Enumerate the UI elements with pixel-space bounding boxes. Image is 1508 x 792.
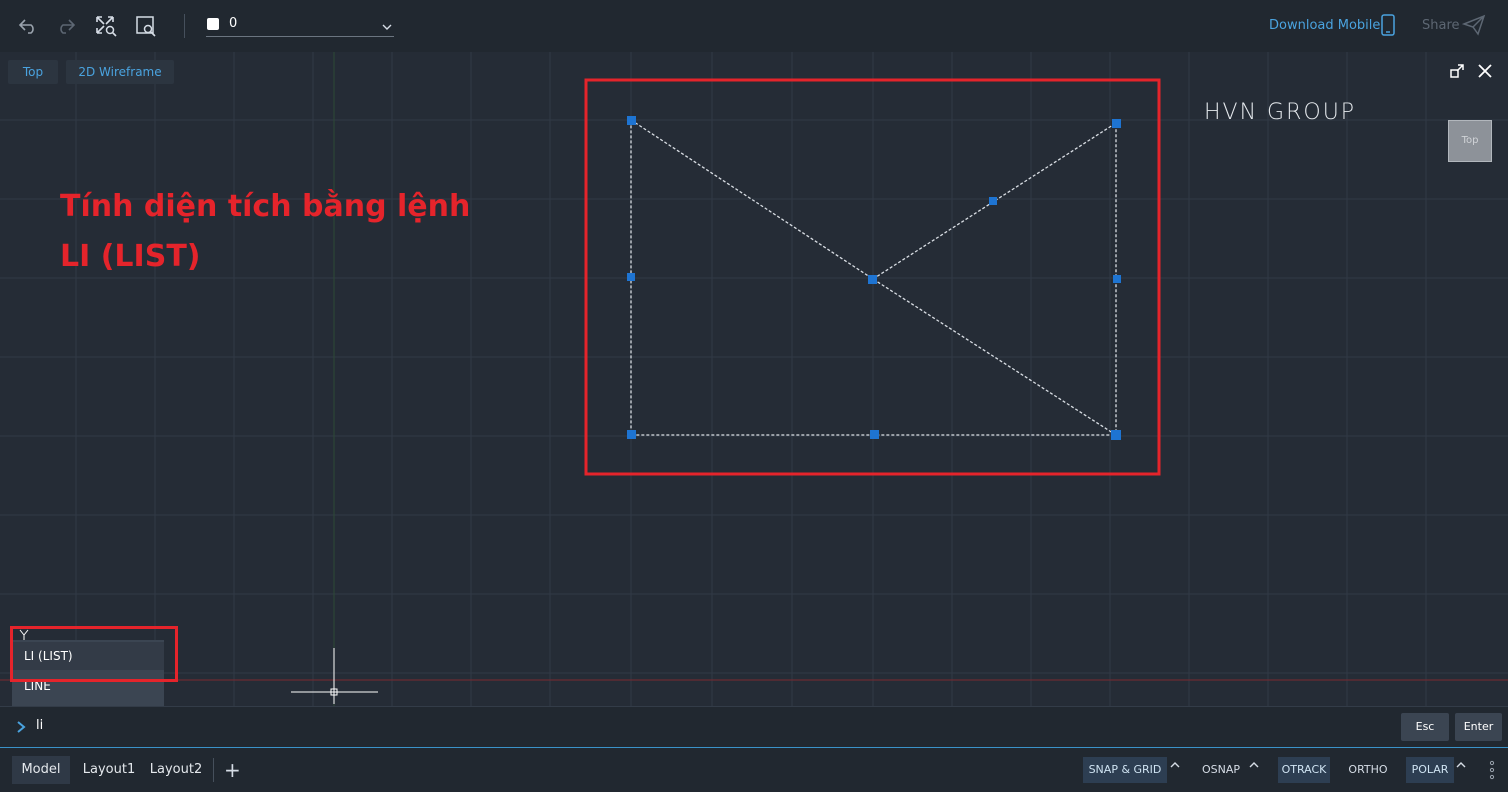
chevron-up-icon[interactable] — [1170, 760, 1180, 773]
undo-icon[interactable] — [12, 10, 44, 42]
chevron-down-icon — [382, 16, 392, 35]
chevron-right-icon — [16, 719, 26, 738]
viewcube[interactable]: Top — [1448, 120, 1492, 162]
mobile-phone-icon[interactable] — [1380, 14, 1396, 40]
command-line[interactable]: li Esc Enter — [0, 706, 1508, 749]
annotation-title: Tính diện tích bằng lệnh LI (LIST) — [60, 182, 470, 282]
top-toolbar: 0 Download Mobile Share — [0, 0, 1508, 52]
tab-divider — [213, 758, 214, 782]
maximize-icon[interactable] — [1446, 60, 1468, 82]
chevron-up-icon[interactable] — [1249, 760, 1259, 773]
annotation-line-1: Tính diện tích bằng lệnh — [60, 189, 471, 224]
layer-dropdown[interactable]: 0 — [206, 14, 394, 37]
chevron-up-icon[interactable] — [1456, 760, 1466, 773]
zoom-extents-icon[interactable] — [90, 10, 122, 42]
download-mobile-link[interactable]: Download Mobile — [1269, 18, 1380, 33]
visual-style-button[interactable]: 2D Wireframe — [66, 60, 174, 84]
command-input[interactable]: li — [36, 718, 43, 733]
tab-layout1[interactable]: Layout1 — [80, 756, 138, 784]
enter-button[interactable]: Enter — [1455, 713, 1502, 741]
toolbar-divider — [184, 14, 185, 38]
osnap-toggle[interactable]: OSNAP — [1196, 757, 1246, 783]
tab-model[interactable]: Model — [12, 756, 70, 784]
close-icon[interactable] — [1474, 60, 1496, 82]
view-top-button[interactable]: Top — [8, 60, 58, 84]
snap-grid-toggle[interactable]: SNAP & GRID — [1083, 757, 1167, 783]
hvn-group-text: HVN GROUP — [1204, 100, 1357, 125]
crosshair-cursor — [291, 648, 378, 704]
ortho-toggle[interactable]: ORTHO — [1342, 757, 1394, 783]
tab-layout2[interactable]: Layout2 — [146, 756, 206, 784]
redo-icon[interactable] — [50, 10, 82, 42]
add-layout-icon[interactable]: + — [224, 758, 241, 782]
zoom-window-icon[interactable] — [130, 10, 162, 42]
more-options-icon[interactable] — [1489, 760, 1495, 784]
layer-color-swatch — [207, 18, 219, 30]
otrack-toggle[interactable]: OTRACK — [1278, 757, 1330, 783]
polar-toggle[interactable]: POLAR — [1406, 757, 1454, 783]
suggestion-highlight-box — [10, 626, 178, 682]
esc-button[interactable]: Esc — [1401, 713, 1449, 741]
share-button[interactable]: Share — [1422, 18, 1460, 33]
grid-lines — [0, 52, 1508, 706]
paper-plane-icon[interactable] — [1461, 14, 1486, 40]
drawing-svg — [0, 52, 1508, 706]
drawing-canvas[interactable]: Top 2D Wireframe Top HVN GROUP Tính diện… — [0, 52, 1508, 706]
status-bar: Model Layout1 Layout2 + SNAP & GRID OSNA… — [0, 748, 1508, 792]
annotation-line-2: LI (LIST) — [60, 239, 201, 274]
layer-name: 0 — [229, 16, 238, 31]
